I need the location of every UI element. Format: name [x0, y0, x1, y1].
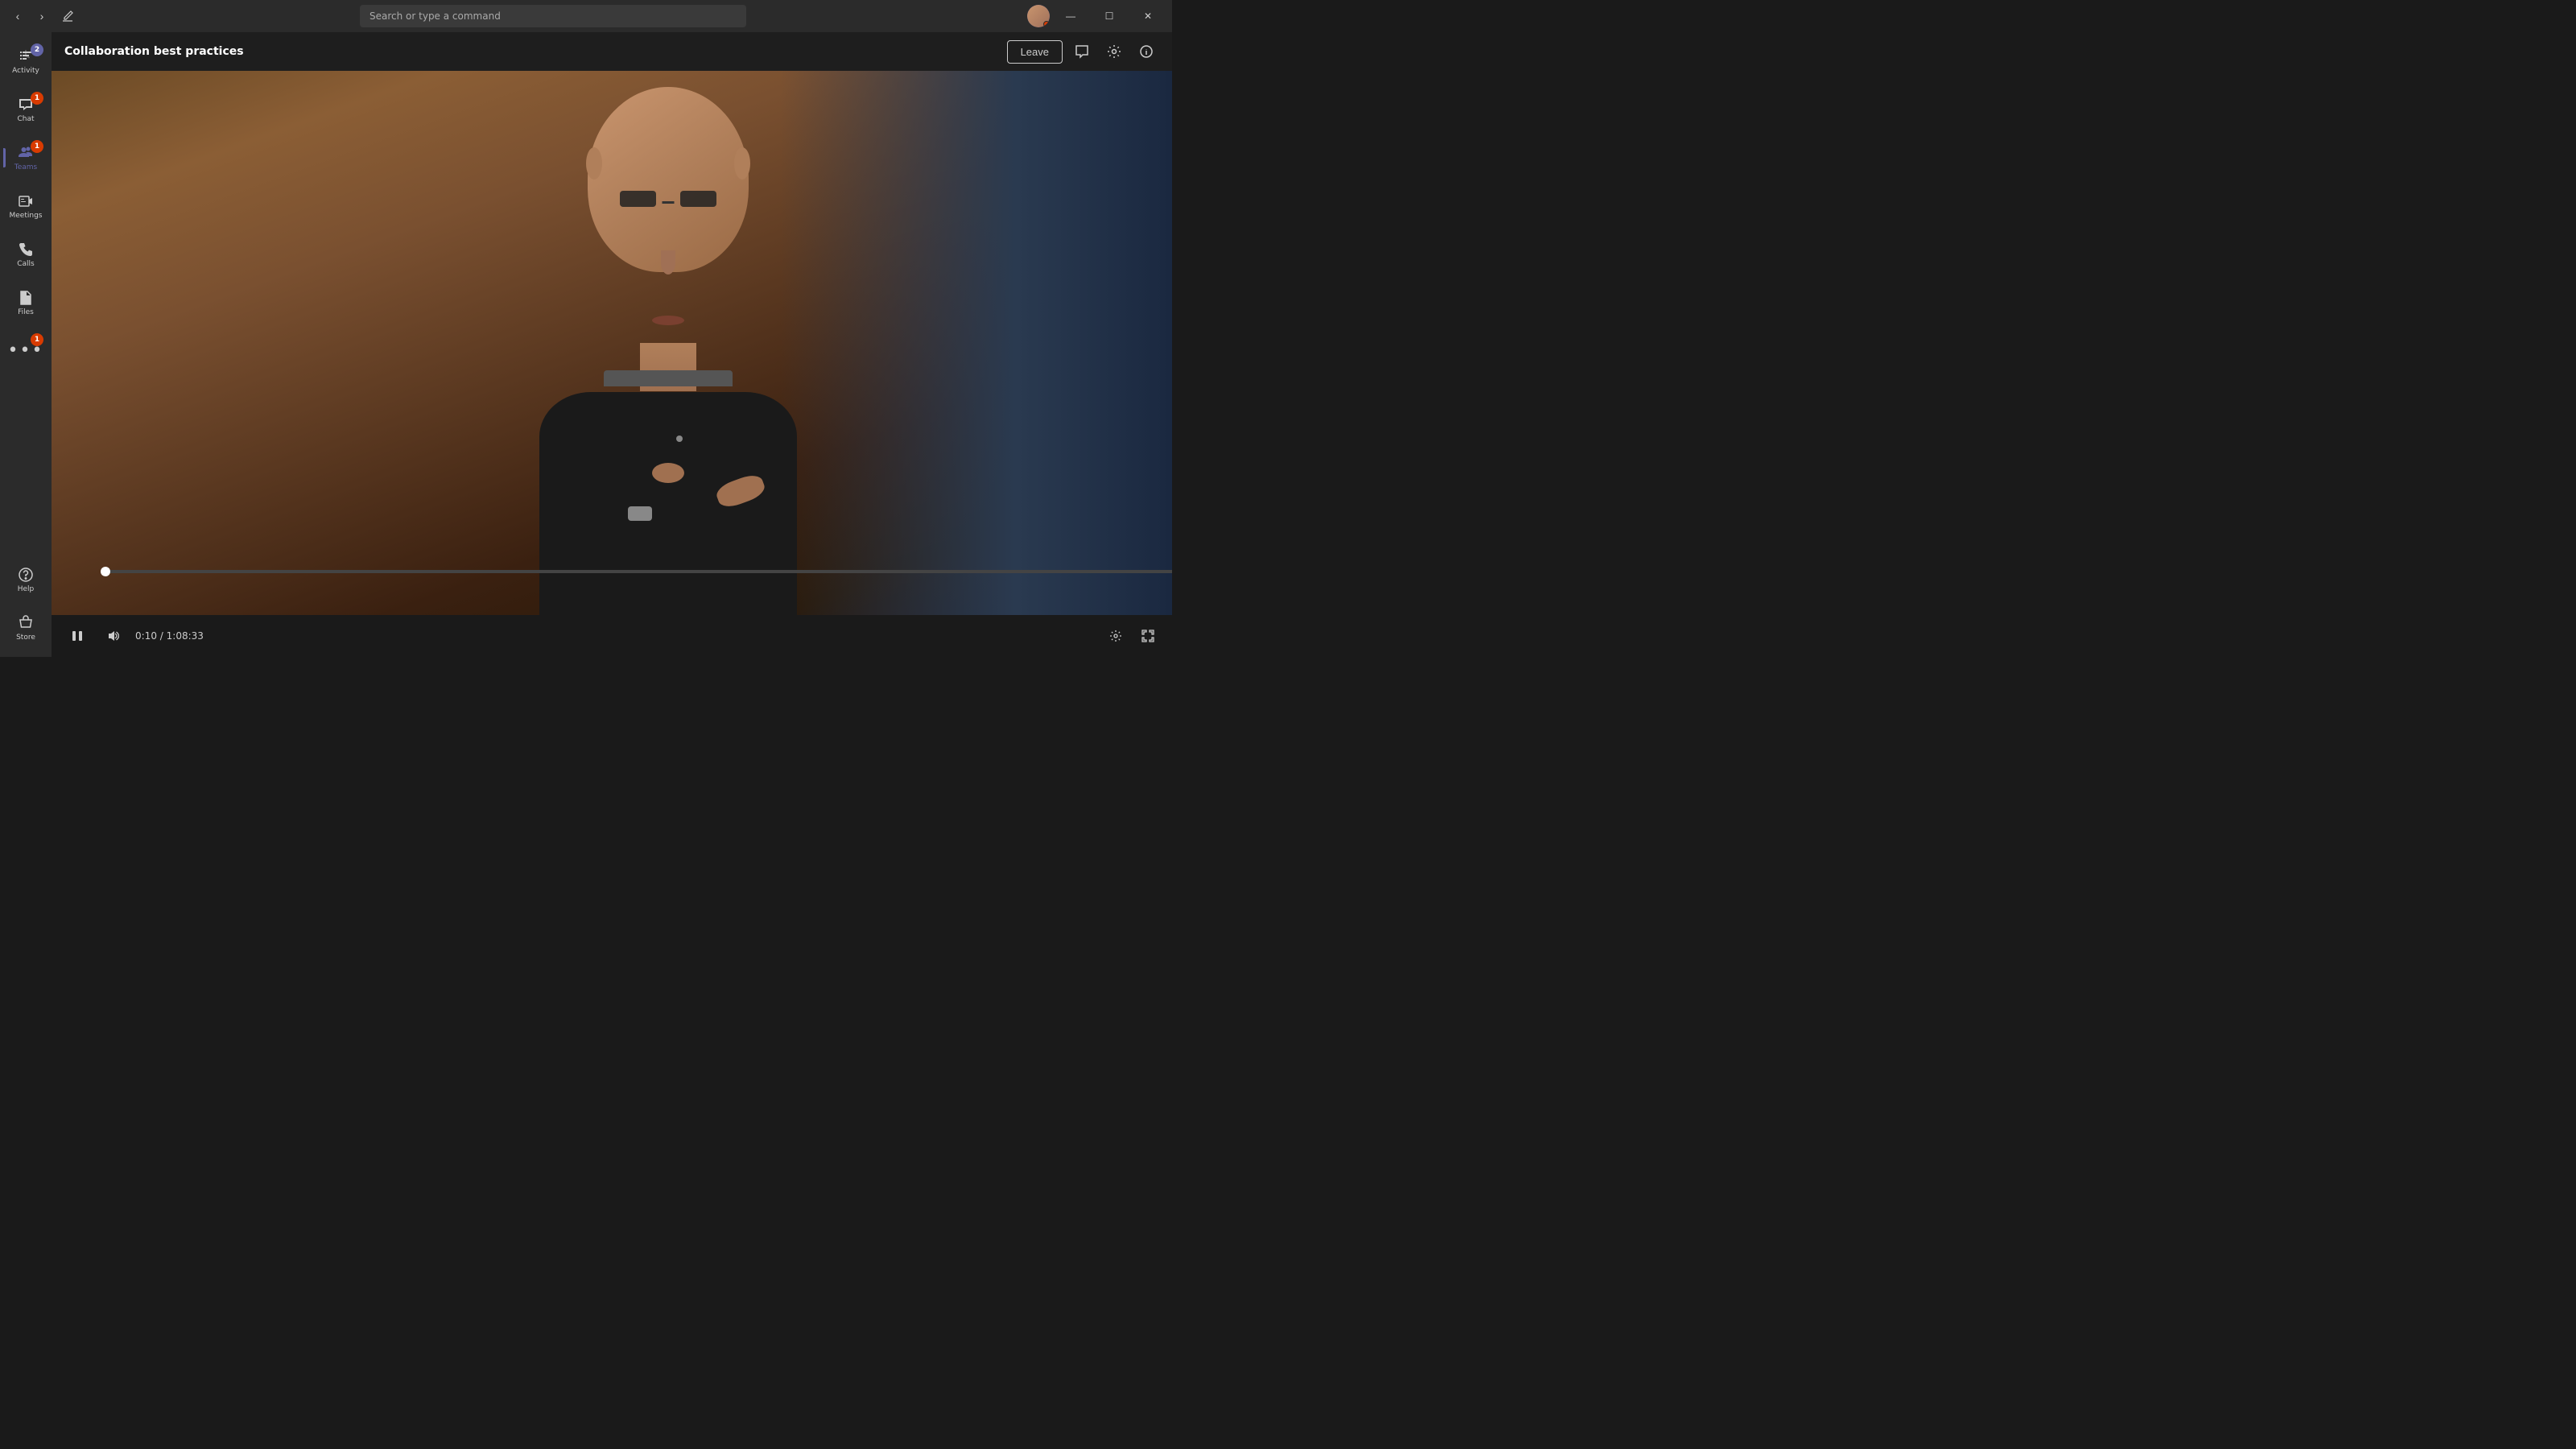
avatar[interactable] — [1027, 5, 1050, 27]
chat-badge: 1 — [31, 92, 43, 105]
sidebar-item-activity[interactable]: Activity 2 — [3, 39, 48, 84]
time-separator: / — [160, 630, 167, 642]
sidebar-item-calls-label: Calls — [17, 260, 35, 268]
sidebar-item-teams[interactable]: Teams 1 — [3, 135, 48, 180]
title-bar-left: ‹ › — [6, 5, 79, 27]
info-button[interactable] — [1133, 39, 1159, 64]
header-actions: Leave — [1007, 39, 1159, 64]
close-button[interactable]: ✕ — [1130, 3, 1166, 29]
sidebar-item-activity-label: Activity — [12, 67, 39, 75]
leave-button[interactable]: Leave — [1007, 40, 1063, 64]
progress-bar[interactable] — [103, 570, 1172, 573]
video-header: Collaboration best practices Leave — [52, 32, 1172, 71]
more-badge: 1 — [31, 333, 43, 346]
video-container — [52, 71, 1172, 615]
sidebar-item-store[interactable]: Store — [3, 605, 48, 650]
sidebar-item-meetings-label: Meetings — [10, 212, 43, 220]
forward-button[interactable]: › — [31, 5, 53, 27]
play-pause-button[interactable] — [64, 623, 90, 649]
volume-button[interactable] — [100, 623, 126, 649]
files-icon — [18, 290, 34, 306]
total-time: 1:08:33 — [167, 630, 204, 642]
sidebar-item-help-label: Help — [18, 585, 35, 593]
help-icon — [18, 567, 34, 583]
video-controls: 0:10 / 1:08:33 — [52, 615, 1172, 657]
video-settings-button[interactable] — [1104, 625, 1127, 647]
search-text: Search or type a command — [369, 10, 501, 22]
back-button[interactable]: ‹ — [6, 5, 29, 27]
search-bar[interactable]: Search or type a command — [360, 5, 746, 27]
sidebar-item-teams-label: Teams — [14, 163, 37, 171]
maximize-button[interactable]: ☐ — [1092, 3, 1127, 29]
sidebar-item-chat[interactable]: Chat 1 — [3, 87, 48, 132]
time-display: 0:10 / 1:08:33 — [135, 630, 204, 642]
sidebar-item-chat-label: Chat — [17, 115, 34, 123]
compose-button[interactable] — [56, 5, 79, 27]
main-layout: Activity 2 Chat 1 Teams — [0, 32, 1172, 657]
chat-panel-button[interactable] — [1069, 39, 1095, 64]
store-icon — [18, 615, 34, 631]
avatar-status — [1043, 21, 1050, 27]
video-background — [52, 71, 1172, 615]
sidebar-item-calls[interactable]: Calls — [3, 232, 48, 277]
nav-controls: ‹ › — [6, 5, 53, 27]
minimize-button[interactable]: — — [1053, 3, 1088, 29]
title-bar-right: — ☐ ✕ — [1027, 3, 1166, 29]
meetings-icon — [18, 193, 34, 209]
fullscreen-button[interactable] — [1137, 625, 1159, 647]
sidebar-item-more[interactable]: ••• 1 — [3, 328, 48, 374]
sidebar-item-store-label: Store — [16, 634, 35, 642]
teams-badge: 1 — [31, 140, 43, 153]
content-area: Collaboration best practices Leave — [52, 32, 1172, 657]
settings-panel-button[interactable] — [1101, 39, 1127, 64]
current-time: 0:10 — [135, 630, 157, 642]
progress-fill — [103, 570, 105, 573]
title-bar: ‹ › Search or type a command — ☐ ✕ — [0, 0, 1172, 32]
video-title: Collaboration best practices — [64, 45, 244, 58]
sidebar-item-files[interactable]: Files — [3, 280, 48, 325]
sidebar-item-files-label: Files — [18, 308, 34, 316]
sidebar-item-meetings[interactable]: Meetings — [3, 184, 48, 229]
activity-badge: 2 — [31, 43, 43, 56]
sidebar: Activity 2 Chat 1 Teams — [0, 32, 52, 657]
calls-icon — [18, 242, 34, 258]
sidebar-item-help[interactable]: Help — [3, 557, 48, 602]
